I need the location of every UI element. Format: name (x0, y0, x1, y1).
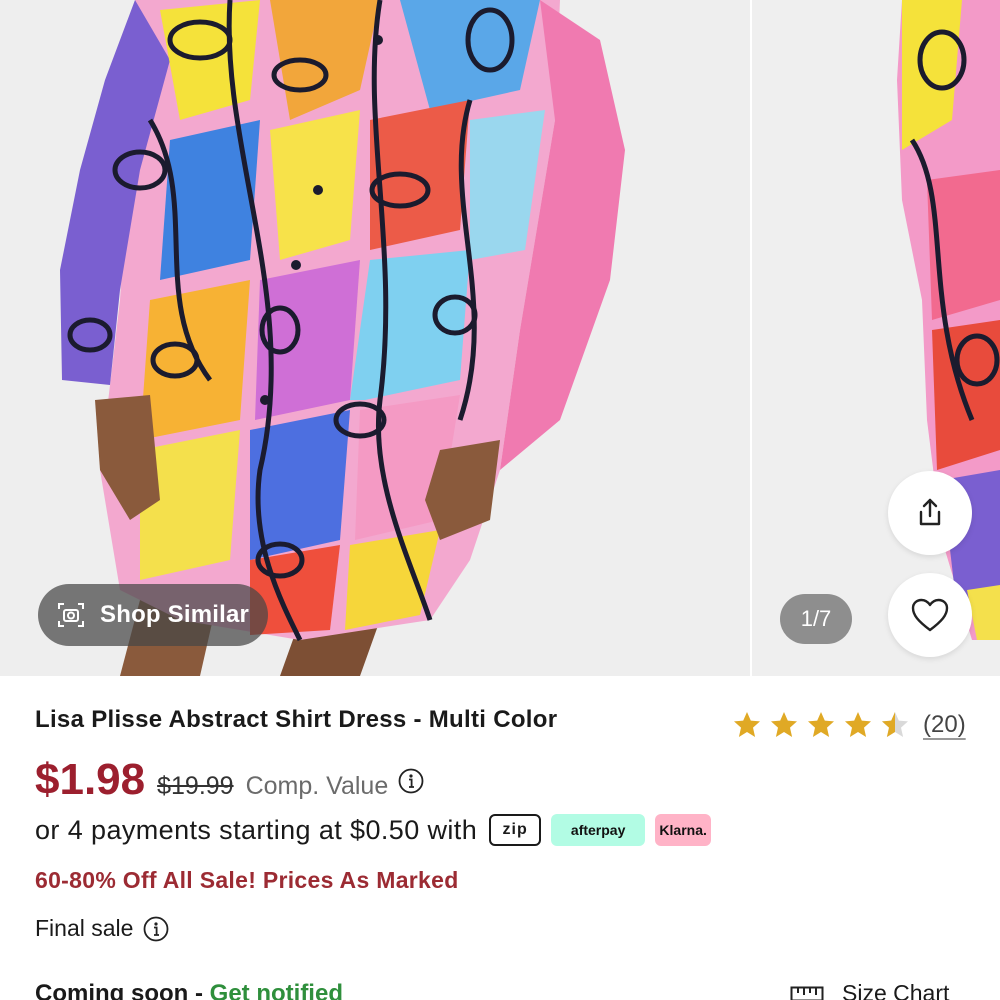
star-full-icon (845, 712, 871, 737)
price-row: $1.98 $19.99 Comp. Value (35, 755, 424, 805)
product-title: Lisa Plisse Abstract Shirt Dress - Multi… (35, 706, 558, 733)
product-photo-next[interactable] (752, 0, 1000, 676)
favorite-button[interactable] (888, 573, 972, 657)
star-full-icon (771, 712, 797, 737)
product-rating[interactable]: (20) (732, 710, 966, 740)
star-full-icon (808, 712, 834, 737)
star-half-icon (882, 712, 908, 737)
comp-value-label: Comp. Value (245, 772, 389, 800)
image-counter: 1/7 (780, 594, 852, 644)
final-sale-label: Final sale (35, 915, 134, 941)
dress-photo (60, 0, 625, 676)
get-notified-link[interactable]: Get notified (210, 980, 343, 1000)
afterpay-badge[interactable]: afterpay (551, 814, 646, 846)
camera-scan-icon (58, 603, 84, 627)
heart-icon (911, 598, 949, 632)
payments-text: or 4 payments starting at $0.50 with (35, 814, 478, 845)
shop-similar-button[interactable]: Shop Similar (38, 584, 268, 646)
ruler-icon (790, 986, 824, 1000)
coming-soon-label: Coming soon - (35, 980, 203, 1000)
sale-price: $1.98 (35, 755, 146, 804)
size-chart-label: Size Chart (842, 980, 950, 1000)
installment-payments: or 4 payments starting at $0.50 with zip… (35, 814, 712, 846)
original-price: $19.99 (157, 772, 234, 800)
product-image-gallery[interactable]: Shop Similar 1/7 (0, 0, 1000, 676)
zip-badge[interactable]: zip (489, 814, 542, 846)
sale-promo-text: 60-80% Off All Sale! Prices As Marked (35, 867, 459, 893)
share-icon (919, 498, 941, 526)
info-icon[interactable] (143, 916, 169, 942)
share-button[interactable] (888, 471, 972, 555)
info-icon[interactable] (398, 768, 424, 794)
dress-photo-next (897, 0, 1000, 640)
review-count-link[interactable]: (20) (923, 711, 966, 739)
final-sale-row: Final sale (35, 915, 169, 942)
size-chart-button[interactable]: Size Chart (790, 980, 949, 1000)
klarna-badge[interactable]: Klarna. (655, 814, 712, 846)
shop-similar-label: Shop Similar (100, 601, 250, 628)
product-photo-main[interactable]: Shop Similar (0, 0, 750, 676)
coming-soon-row: Coming soon - Get notified (35, 980, 343, 1000)
star-full-icon (734, 712, 760, 737)
